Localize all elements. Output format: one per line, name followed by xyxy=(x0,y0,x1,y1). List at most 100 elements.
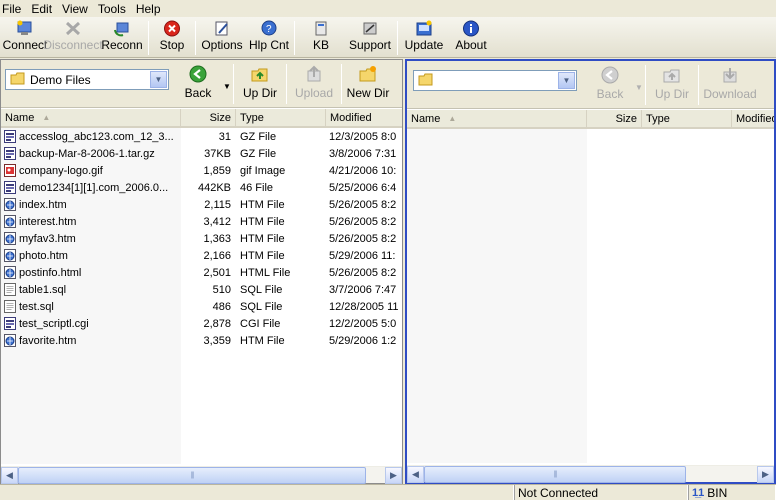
menu-file[interactable]: File xyxy=(0,2,25,16)
file-row[interactable]: postinfo.html 2,501 HTML File 5/26/2005 8:2 xyxy=(1,264,402,281)
file-size: 486 xyxy=(212,300,231,313)
column-header-type[interactable]: Type xyxy=(642,110,732,127)
support-button[interactable]: Support xyxy=(345,17,395,57)
local-files-pane: Demo Files ▼ Back ▼ Up Dir Upload New Di… xyxy=(0,59,403,484)
folder-icon xyxy=(10,72,26,88)
file-name: interest.htm xyxy=(19,215,77,228)
file-row[interactable]: myfav3.htm 1,363 HTM File 5/26/2005 8:2 xyxy=(1,230,402,247)
chevron-down-icon[interactable]: ▼ xyxy=(558,72,575,89)
file-type: GZ File xyxy=(240,130,277,143)
file-modified: 4/21/2006 10: xyxy=(329,164,397,177)
archive-file-icon xyxy=(4,181,16,194)
options-button[interactable]: Options xyxy=(198,17,246,57)
file-modified: 5/25/2006 6:4 xyxy=(329,181,397,194)
scroll-left-icon[interactable]: ◀ xyxy=(407,465,424,483)
file-modified: 12/2/2005 5:0 xyxy=(329,317,397,330)
folder-icon xyxy=(418,73,434,89)
back-history-arrow[interactable]: ▼ xyxy=(633,61,645,107)
archive-file-icon xyxy=(4,147,16,160)
file-modified: 3/7/2006 7:47 xyxy=(329,283,397,296)
file-modified: 5/26/2005 8:2 xyxy=(329,215,397,228)
column-header-name[interactable]: Name ▲ xyxy=(1,109,181,126)
local-folder-select[interactable]: Demo Files ▼ xyxy=(5,69,169,90)
chevron-down-icon[interactable]: ▼ xyxy=(150,71,167,88)
knowledge-base-button[interactable]: KB xyxy=(297,17,345,57)
local-updir-button[interactable]: Up Dir xyxy=(234,60,286,106)
file-type: SQL File xyxy=(240,300,283,313)
file-row[interactable]: demo1234[1][1].com_2006.0... 442KB 46 File… xyxy=(1,179,402,196)
local-back-button[interactable]: Back xyxy=(175,60,221,106)
file-type: HTM File xyxy=(240,334,285,347)
file-type: 46 File xyxy=(240,181,274,194)
file-size: 2,878 xyxy=(203,317,231,330)
back-history-arrow[interactable]: ▼ xyxy=(221,60,233,106)
up-folder-icon xyxy=(250,65,270,83)
reconnect-button[interactable]: Reconn xyxy=(98,17,146,57)
disconnect-button[interactable]: Disconnect xyxy=(43,17,103,57)
file-row[interactable]: company-logo.gif 1,859 gif Image 4/21/2006 … xyxy=(1,162,402,179)
toolbar-separator xyxy=(148,21,149,55)
local-column-header: Name ▲ Size Type Modified xyxy=(1,109,402,128)
menu-view[interactable]: View xyxy=(60,2,92,16)
stop-button[interactable]: Stop xyxy=(151,17,193,57)
sort-ascending-icon: ▲ xyxy=(448,114,457,123)
remote-horizontal-scrollbar[interactable]: ◀ ||| ▶ xyxy=(407,465,774,483)
column-header-name[interactable]: Name ▲ xyxy=(407,110,587,127)
scroll-thumb[interactable]: ||| xyxy=(18,466,366,484)
remote-updir-button[interactable]: Up Dir xyxy=(646,61,698,107)
html-file-icon xyxy=(4,232,16,245)
remote-folder-select[interactable]: ▼ xyxy=(413,70,577,91)
file-type: CGI File xyxy=(240,317,281,330)
local-horizontal-scrollbar[interactable]: ◀ ||| ▶ xyxy=(1,466,402,484)
column-header-modified[interactable]: Modified xyxy=(732,110,774,127)
file-type: gif Image xyxy=(240,164,286,177)
file-modified: 5/29/2006 11: xyxy=(329,249,396,262)
text-file-icon xyxy=(4,300,16,313)
file-size: 1,363 xyxy=(203,232,231,245)
remote-back-button[interactable]: Back xyxy=(587,61,633,107)
new-folder-icon xyxy=(358,65,378,83)
help-contents-icon: ? xyxy=(260,20,278,37)
column-header-size[interactable]: Size xyxy=(587,110,642,127)
file-row[interactable]: index.htm 2,115 HTM File 5/26/2005 8:2 xyxy=(1,196,402,213)
file-row[interactable]: photo.htm 2,166 HTM File 5/29/2006 11: xyxy=(1,247,402,264)
stop-icon xyxy=(163,20,181,37)
file-row[interactable]: backup-Mar-8-2006-1.tar.gz 37KB GZ File 3/8… xyxy=(1,145,402,162)
update-button[interactable]: Update xyxy=(400,17,448,57)
menu-bar: File Edit View Tools Help xyxy=(0,0,776,17)
column-header-size[interactable]: Size xyxy=(181,109,236,126)
file-row[interactable]: test_scriptl.cgi 2,878 CGI File 12/2/2005 5… xyxy=(1,315,402,332)
html-file-icon xyxy=(4,334,16,347)
remote-pane-toolbar: ▼ Back ▼ Up Dir Download xyxy=(407,61,774,109)
file-name: company-logo.gif xyxy=(19,164,103,177)
scroll-left-icon[interactable]: ◀ xyxy=(1,466,18,484)
file-row[interactable]: table1.sql 510 SQL File 3/7/2006 7:47 xyxy=(1,281,402,298)
upload-button[interactable]: Upload xyxy=(287,60,341,106)
file-row[interactable]: favorite.htm 3,359 HTM File 5/29/2006 1:2 xyxy=(1,332,402,349)
file-row[interactable]: accesslog_abc123.com_12_3... 31 GZ File 12/… xyxy=(1,128,402,145)
file-size: 3,359 xyxy=(203,334,231,347)
file-modified: 5/29/2006 1:2 xyxy=(329,334,397,347)
connect-button[interactable]: Connect xyxy=(2,17,48,57)
file-name: myfav3.htm xyxy=(19,232,76,245)
scroll-right-icon[interactable]: ▶ xyxy=(385,466,402,484)
menu-help[interactable]: Help xyxy=(134,2,165,16)
about-icon xyxy=(462,20,480,37)
help-contents-button[interactable]: ? Hlp Cnt xyxy=(246,17,292,57)
file-row[interactable]: interest.htm 3,412 HTM File 5/26/2005 8:2 xyxy=(1,213,402,230)
menu-tools[interactable]: Tools xyxy=(96,2,130,16)
file-row[interactable]: test.sql 486 SQL File 12/28/2005 11 xyxy=(1,298,402,315)
column-header-type[interactable]: Type xyxy=(236,109,326,126)
file-size: 442KB xyxy=(197,181,231,194)
about-button[interactable]: About xyxy=(448,17,494,57)
menu-edit[interactable]: Edit xyxy=(29,2,56,16)
disconnect-icon xyxy=(64,20,82,37)
new-dir-button[interactable]: New Dir xyxy=(342,60,394,106)
column-header-modified[interactable]: Modified xyxy=(326,109,402,126)
file-name: demo1234[1][1].com_2006.0... xyxy=(19,181,169,194)
download-button[interactable]: Download xyxy=(699,61,761,107)
file-modified: 5/26/2005 8:2 xyxy=(329,232,397,245)
scroll-thumb[interactable]: ||| xyxy=(424,465,686,483)
scroll-right-icon[interactable]: ▶ xyxy=(757,465,774,483)
transfer-mode[interactable]: 1̲1 BIN xyxy=(688,485,776,500)
